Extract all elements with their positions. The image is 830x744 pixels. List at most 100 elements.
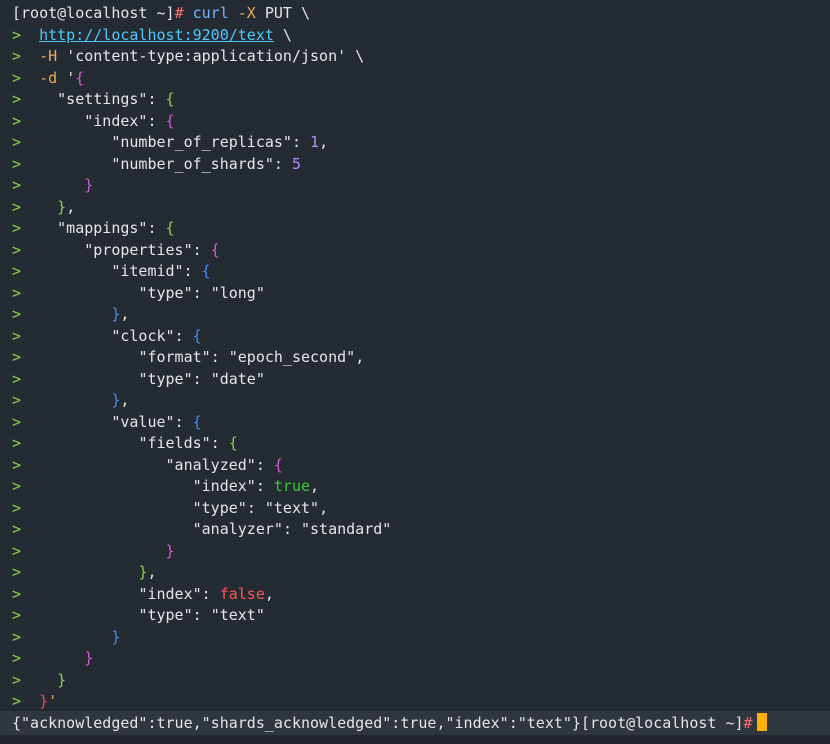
terminal-line: > "type": "date" [12, 369, 830, 391]
code-token: : [174, 412, 193, 431]
code-token: : [147, 219, 166, 237]
response-token: [root@localhost ~] [580, 714, 744, 732]
code-token: "analyzer" [192, 520, 283, 538]
code-token: "mappings" [57, 219, 148, 237]
code-token: 5 [291, 154, 301, 173]
code-token: "type" [138, 283, 193, 302]
code-token: "itemid" [111, 262, 184, 280]
code-token: "number_of_shards" [111, 154, 274, 173]
code-token: } [165, 541, 175, 560]
code-token: , [66, 197, 76, 216]
code-token: : [210, 434, 229, 452]
terminal-window[interactable]: [root@localhost ~] # curl -X PUT \ > http:… [0, 0, 830, 744]
terminal-line: > "number_of_shards": 5 [12, 154, 830, 176]
continuation-prompt: > [12, 434, 139, 452]
terminal-line: > "type": "text" [12, 605, 830, 627]
code-token: } [57, 197, 67, 216]
continuation-prompt: > [12, 391, 112, 409]
continuation-prompt: > [12, 240, 85, 259]
continuation-prompt: > [12, 197, 58, 216]
code-token: , [147, 563, 157, 581]
code-token: : [255, 477, 274, 495]
code-token: { [228, 434, 238, 452]
terminal-line: > "value": { [12, 412, 830, 434]
continuation-prompt: > [12, 541, 166, 560]
continuation-prompt: > [12, 606, 139, 624]
url-link[interactable]: http://localhost:9200/text [39, 26, 274, 44]
continuation-prompt: > [12, 477, 193, 495]
terminal-line: > "properties": { [12, 240, 830, 262]
code-token: { [75, 68, 85, 87]
continuation-prompt: > [12, 498, 193, 517]
terminal-line: > "index": { [12, 111, 830, 133]
code-token: , [310, 477, 320, 495]
code-token: "analyzed" [165, 455, 256, 474]
terminal-line: > "type": "text", [12, 498, 830, 520]
terminal-line: > }, [12, 562, 830, 584]
code-token: "value" [111, 412, 175, 431]
code-token: "properties" [84, 240, 193, 259]
continuation-prompt: > [12, 412, 112, 431]
code-token: , [120, 391, 130, 409]
terminal-line: > }, [12, 197, 830, 219]
code-token: { [192, 412, 202, 431]
code-token: { [192, 326, 202, 345]
code-token: : [192, 606, 211, 624]
code-token: : [273, 154, 292, 173]
code-token: curl [192, 4, 238, 22]
code-token: -X [237, 4, 265, 22]
code-token: { [165, 90, 175, 108]
code-token: : [192, 369, 211, 388]
code-token: } [39, 692, 49, 710]
code-token: "index" [192, 477, 256, 495]
text-cursor[interactable] [756, 713, 767, 731]
code-token: "index" [138, 584, 202, 603]
code-token: : [147, 90, 166, 108]
continuation-prompt: > [12, 90, 58, 108]
code-token: "number_of_replicas" [111, 133, 292, 151]
code-token: : [147, 111, 166, 130]
code-token: "long" [210, 283, 265, 302]
continuation-prompt: > [12, 176, 85, 194]
code-token: } [57, 670, 67, 689]
continuation-prompt: > [12, 649, 85, 667]
continuation-prompt: > [12, 111, 85, 130]
continuation-prompt: > [12, 68, 40, 87]
terminal-line: > -H 'content-type:application/json' \ [12, 46, 830, 68]
code-token: false [219, 584, 265, 603]
continuation-prompt: > [12, 133, 112, 151]
continuation-prompt: > [12, 283, 139, 302]
code-token: { [201, 262, 211, 280]
continuation-prompt: > [12, 262, 112, 280]
terminal-line: > }' [12, 691, 830, 713]
code-token: : [282, 520, 301, 538]
continuation-prompt: > [12, 348, 139, 366]
terminal-line: > -d '{ [12, 68, 830, 90]
continuation-prompt: > [12, 154, 112, 173]
continuation-prompt: > [12, 520, 193, 538]
code-token: -H [39, 47, 67, 65]
continuation-prompt: > [12, 563, 139, 581]
code-token: "text" [264, 498, 320, 517]
code-token: : [183, 262, 202, 280]
code-token: } [84, 649, 94, 667]
code-token: { [273, 455, 283, 474]
terminal-bottom-edge [0, 735, 830, 744]
terminal-line: > "index": false, [12, 584, 830, 606]
code-token: , [264, 584, 274, 603]
code-token: "epoch_second" [228, 348, 356, 366]
continuation-prompt: > [12, 455, 166, 474]
terminal-line: > }, [12, 390, 830, 412]
code-token: PUT \ [264, 4, 311, 22]
code-token: "fields" [138, 434, 211, 452]
code-token: "clock" [111, 326, 175, 345]
terminal-line: > "number_of_replicas": 1, [12, 132, 830, 154]
code-token: { [165, 111, 175, 130]
terminal-line: > } [12, 627, 830, 649]
terminal-line: > "analyzer": "standard" [12, 519, 830, 541]
code-token: ' [66, 68, 76, 87]
code-token: # [174, 4, 193, 22]
terminal-line: > "type": "long" [12, 283, 830, 305]
terminal-line: > http://localhost:9200/text \ [12, 25, 830, 47]
terminal-line: > } [12, 648, 830, 670]
